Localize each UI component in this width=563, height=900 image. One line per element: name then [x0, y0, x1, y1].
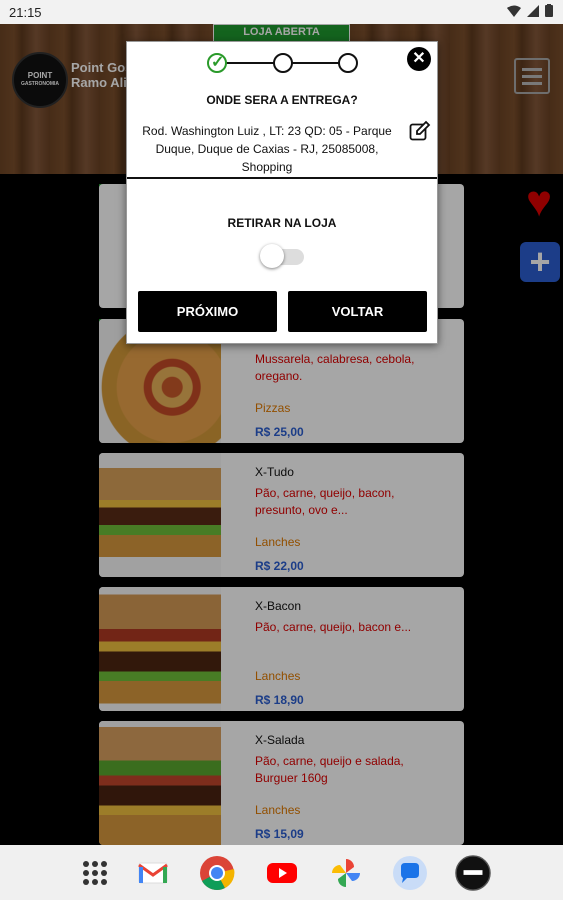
gmail-icon[interactable]	[135, 855, 171, 891]
step-2	[273, 53, 293, 73]
delivery-question: ONDE SERA A ENTREGA?	[206, 93, 358, 107]
messages-icon[interactable]	[392, 855, 428, 891]
step-indicator	[207, 52, 358, 73]
status-bar: 21:15	[0, 0, 563, 24]
status-icons	[507, 4, 553, 17]
photos-icon[interactable]	[328, 855, 364, 891]
delivery-modal: ✕ ONDE SERA A ENTREGA? Rod. Washington L…	[126, 41, 438, 344]
step-3	[338, 53, 358, 73]
back-button[interactable]: VOLTAR	[288, 291, 427, 332]
app-dock	[0, 845, 563, 900]
modal-divider	[127, 177, 437, 179]
next-button[interactable]: PRÓXIMO	[138, 291, 277, 332]
edit-address-icon[interactable]	[409, 120, 431, 142]
chrome-glyph	[200, 856, 235, 890]
delivery-address: Rod. Washington Luiz , LT: 23 QD: 05 - P…	[142, 124, 392, 174]
apps-grid	[83, 861, 107, 885]
step-connector	[291, 62, 345, 64]
pickup-label: RETIRAR NA LOJA	[227, 216, 337, 230]
close-button[interactable]: ✕	[407, 47, 431, 71]
messages-glyph	[393, 856, 427, 890]
gmail-glyph	[138, 862, 168, 884]
youtube-icon[interactable]	[264, 855, 300, 891]
apps-icon[interactable]	[77, 855, 113, 891]
point-app-glyph	[455, 855, 491, 891]
youtube-glyph	[267, 863, 297, 883]
toggle-thumb	[260, 244, 284, 268]
point-app-icon[interactable]	[455, 855, 491, 891]
signal-icon	[527, 4, 539, 17]
wifi-icon	[507, 5, 521, 17]
status-time: 21:15	[9, 5, 42, 20]
step-1-done	[207, 52, 227, 73]
pickup-toggle[interactable]	[260, 244, 304, 268]
battery-icon	[545, 4, 553, 17]
photos-glyph	[332, 859, 360, 887]
chrome-icon[interactable]	[199, 855, 235, 891]
